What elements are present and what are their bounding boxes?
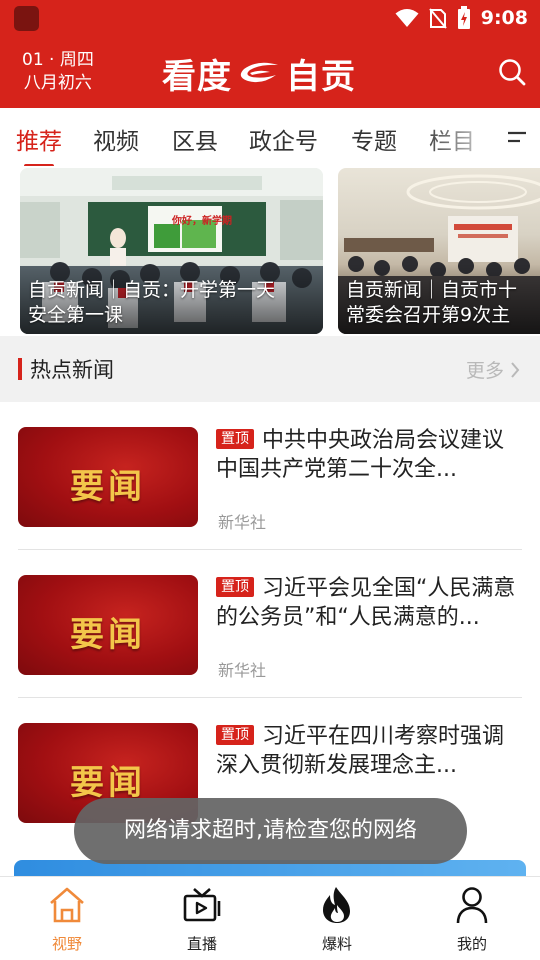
news-title: 置顶 中共中央政治局会议建议 中国共产党第二十次全... xyxy=(216,426,524,484)
nav-item-home[interactable]: 视野 xyxy=(27,885,107,954)
logo-text-right: 自贡 xyxy=(286,56,356,97)
date-line: 01 · 周四 xyxy=(22,50,94,70)
news-thumbnail: 要闻 xyxy=(18,427,198,527)
nav-label: 我的 xyxy=(456,935,487,953)
section-accent-bar xyxy=(18,358,22,380)
app-header: 01 · 周四 八月初六 看度 自贡 xyxy=(0,36,540,108)
search-icon[interactable] xyxy=(498,58,526,86)
nav-label: 爆料 xyxy=(321,935,352,953)
wifi-icon xyxy=(395,9,419,27)
pinned-badge: 置顶 xyxy=(216,429,254,449)
nav-item-tipoff[interactable]: 爆料 xyxy=(297,885,377,954)
news-title: 置顶 习近平会见全国“人民满意的公务员”和“人民满意的... xyxy=(216,574,524,632)
news-title: 置顶 习近平在四川考察时强调 深入贯彻新发展理念主... xyxy=(216,722,524,780)
thumbnail-text: 要闻 xyxy=(70,467,146,507)
more-link[interactable]: 更多 xyxy=(466,356,520,383)
nav-label: 直播 xyxy=(186,935,217,953)
news-item[interactable]: 要闻 置顶 中共中央政治局会议建议 中国共产党第二十次全... 新华社 xyxy=(0,402,540,550)
home-icon xyxy=(50,887,84,923)
more-label: 更多 xyxy=(465,360,504,382)
bottom-nav: 视野 直播 爆料 我的 xyxy=(0,876,540,960)
battery-icon xyxy=(457,6,470,29)
banner-caption-line: 安全第一课 xyxy=(28,304,124,326)
section-title: 热点新闻 xyxy=(30,358,114,382)
news-source: 新华社 xyxy=(218,513,267,532)
news-title-text: 习近平会见全国“人民满意的公务员”和“人民满意的... xyxy=(216,576,516,630)
pinned-badge: 置顶 xyxy=(216,725,254,745)
pinned-badge: 置顶 xyxy=(216,577,254,597)
hot-news-header: 热点新闻 更多 xyxy=(0,336,540,402)
lunar-date-line: 八月初六 xyxy=(23,73,92,93)
no-sim-icon xyxy=(428,8,447,29)
logo-swoosh-icon xyxy=(240,62,278,83)
logo-text-left: 看度 xyxy=(162,56,232,97)
banner-caption-line: 自贡新闻｜自贡：开学第一天 xyxy=(28,279,276,301)
tv-icon xyxy=(183,888,221,922)
flame-icon xyxy=(323,887,350,923)
news-source: 新华社 xyxy=(218,661,267,680)
menu-icon[interactable] xyxy=(506,128,528,148)
thumbnail-text: 要闻 xyxy=(70,763,146,803)
banner-caption-line: 自贡新闻｜自贡市十 xyxy=(346,279,518,301)
banner-carousel: 你好，新学期 自贡新闻｜自贡：开学第一天 安全第一课 自贡新闻｜自贡市十 常委会… xyxy=(0,166,540,336)
board-text: 你好，新学期 xyxy=(172,216,232,227)
network-error-toast: 网络请求超时,请检查您的网络 xyxy=(74,798,467,864)
tab-topics[interactable]: 专题 xyxy=(351,122,397,156)
person-icon xyxy=(456,887,488,924)
status-bar: 9:08 xyxy=(0,0,540,36)
news-item[interactable]: 要闻 置顶 习近平会见全国“人民满意的公务员”和“人民满意的... 新华社 xyxy=(0,550,540,698)
banner-caption: 自贡新闻｜自贡市十 常委会召开第9次主 xyxy=(346,278,534,328)
status-right: 9:08 xyxy=(395,6,528,30)
banner-caption-line: 常委会召开第9次主 xyxy=(346,304,511,326)
nav-item-live[interactable]: 直播 xyxy=(162,885,242,954)
news-title-text: 习近平在四川考察时强调 深入贯彻新发展理念主... xyxy=(216,724,505,778)
app-logo: 看度 自贡 xyxy=(162,52,356,97)
tab-video[interactable]: 视频 xyxy=(93,122,139,156)
clock: 9:08 xyxy=(480,7,528,29)
nav-item-profile[interactable]: 我的 xyxy=(432,885,512,954)
chevron-right-icon xyxy=(511,361,520,378)
app-notification-icon xyxy=(14,6,39,31)
banner-card[interactable]: 自贡新闻｜自贡市十 常委会召开第9次主 xyxy=(338,168,540,334)
tab-recommend[interactable]: 推荐 xyxy=(16,122,62,156)
thumbnail-text: 要闻 xyxy=(70,615,146,655)
category-tabs: 推荐 视频 区县 政企号 专题 栏目 xyxy=(0,108,540,166)
nav-label: 视野 xyxy=(51,935,82,953)
tab-districts[interactable]: 区县 xyxy=(172,122,218,156)
banner-caption: 自贡新闻｜自贡：开学第一天 安全第一课 xyxy=(28,278,317,328)
tab-gov-enterprise[interactable]: 政企号 xyxy=(249,122,318,156)
date-display: 01 · 周四 八月初六 xyxy=(22,49,94,95)
banner-card[interactable]: 你好，新学期 自贡新闻｜自贡：开学第一天 安全第一课 xyxy=(20,168,323,334)
news-thumbnail: 要闻 xyxy=(18,575,198,675)
news-title-text: 中共中央政治局会议建议 中国共产党第二十次全... xyxy=(216,428,505,482)
